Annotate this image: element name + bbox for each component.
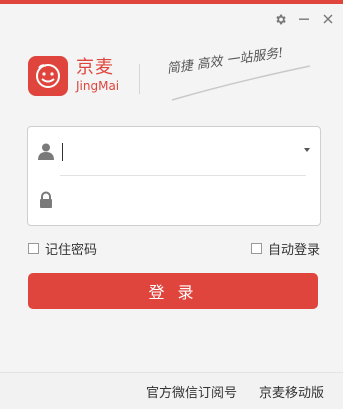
remember-password-checkbox[interactable] xyxy=(28,243,39,254)
jingmai-logo-icon xyxy=(28,56,68,96)
password-field xyxy=(28,176,320,224)
minimize-icon-graphic xyxy=(299,18,309,20)
top-accent-bar xyxy=(0,0,343,4)
lock-icon-graphic xyxy=(40,191,52,208)
brand-text: 京麦 JingMai xyxy=(76,58,119,94)
brand-name: 京麦 xyxy=(76,57,114,78)
mobile-version-link[interactable]: 京麦移动版 xyxy=(259,382,324,401)
username-input[interactable] xyxy=(60,139,290,163)
remember-password-label: 记住密码 xyxy=(45,243,98,258)
footer: 官方微信订阅号 京麦移动版 xyxy=(0,373,343,409)
gear-icon[interactable] xyxy=(273,12,287,26)
text-caret xyxy=(62,143,63,161)
slogan: 简捷 高效 一站服务! xyxy=(164,46,314,106)
password-input[interactable] xyxy=(60,188,290,212)
login-box xyxy=(27,126,321,226)
close-icon[interactable] xyxy=(321,12,335,26)
auto-login-option[interactable]: 自动登录 xyxy=(250,239,320,258)
logo-face-graphic xyxy=(36,64,60,88)
wechat-subscription-link[interactable]: 官方微信订阅号 xyxy=(146,382,237,401)
brand: 京麦 JingMai xyxy=(28,56,119,96)
gear-icon-graphic xyxy=(275,14,286,24)
lock-icon xyxy=(37,191,55,209)
window-controls xyxy=(273,12,335,26)
close-icon-graphic xyxy=(323,14,333,24)
auto-login-checkbox[interactable] xyxy=(250,243,262,254)
login-button[interactable]: 登 录 xyxy=(28,273,318,309)
remember-password-option[interactable]: 记住密码 xyxy=(28,239,97,258)
chevron-down-icon[interactable] xyxy=(304,148,310,152)
slogan-swoosh-graphic xyxy=(171,65,311,101)
user-icon-graphic xyxy=(38,143,54,160)
minimize-icon[interactable] xyxy=(297,12,311,26)
auto-login-label: 自动登录 xyxy=(267,243,320,258)
user-icon xyxy=(37,142,55,160)
brand-name-en: JingMai xyxy=(76,79,120,93)
brand-divider xyxy=(139,64,140,94)
username-field xyxy=(28,127,320,175)
